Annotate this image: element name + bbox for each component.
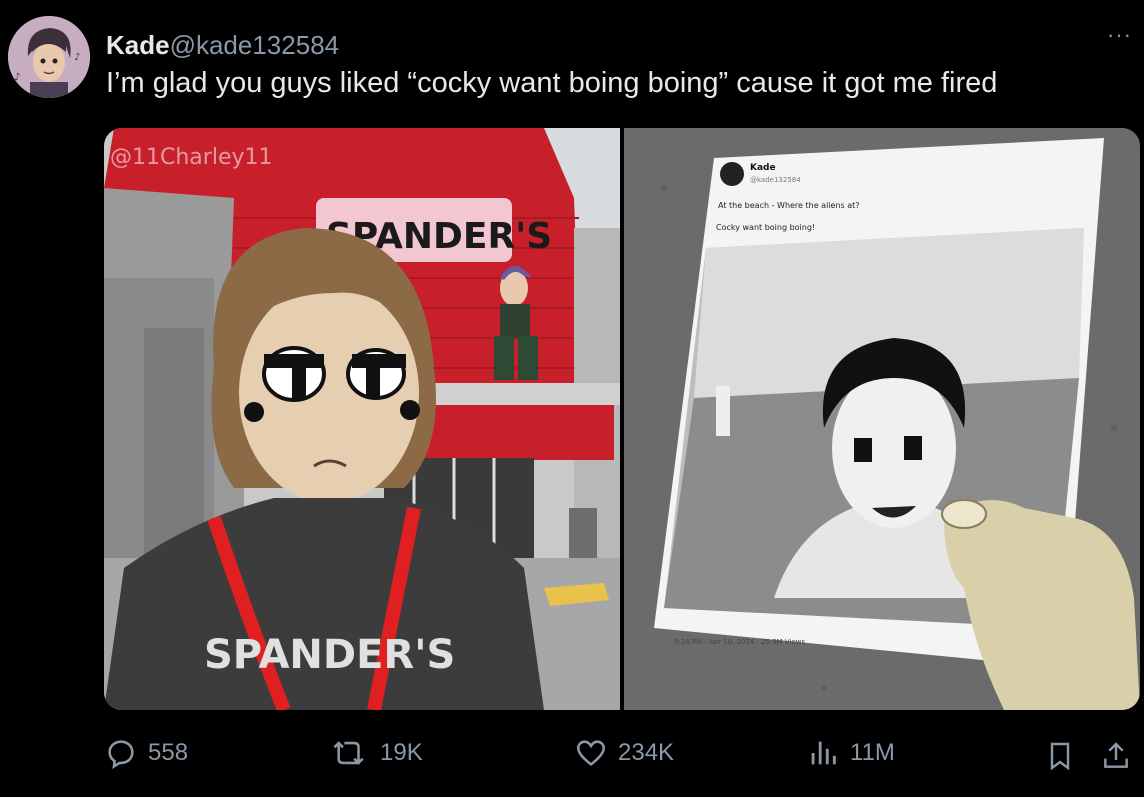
- tweet-actions: 558 19K 234K 11M: [0, 736, 1144, 776]
- more-options-button[interactable]: ···: [1107, 22, 1132, 48]
- reply-icon: [108, 740, 134, 769]
- tweet-text: I’m glad you guys liked “cocky want boin…: [106, 67, 998, 99]
- repost-button[interactable]: 19K: [330, 736, 423, 770]
- author-name[interactable]: Kade: [106, 30, 170, 60]
- heart-icon: [576, 740, 606, 766]
- left-artwork[interactable]: SPANDER'S @11Charley11 SPANDER'S: [104, 128, 620, 710]
- reply-button[interactable]: 558: [104, 736, 188, 770]
- paper-handle: @kade132584: [750, 176, 801, 184]
- paper-line-2: Cocky want boing boing!: [716, 223, 815, 232]
- reply-count: 558: [148, 739, 189, 766]
- author-avatar[interactable]: ♪ ♪: [8, 16, 90, 98]
- right-artwork[interactable]: Kade @kade132584 At the beach - Where th…: [624, 128, 1140, 710]
- like-count: 234K: [618, 739, 675, 766]
- repost-icon: [333, 741, 364, 765]
- paper-drawing: Kade @kade132584 At the beach - Where th…: [624, 128, 1140, 710]
- share-icon: [1104, 742, 1128, 768]
- svg-text:♪: ♪: [74, 52, 80, 63]
- bookmark-icon: [1050, 742, 1070, 771]
- bookmark-button[interactable]: [1044, 740, 1076, 777]
- avatar-illustration: ♪ ♪: [8, 16, 90, 98]
- shirt-text: SPANDER'S: [204, 632, 455, 678]
- store-drawing: SPANDER'S @11Charley11 SPANDER'S: [104, 128, 620, 710]
- paper-author: Kade: [750, 163, 776, 173]
- tweet-media[interactable]: SPANDER'S @11Charley11 SPANDER'S Kade @k…: [104, 128, 1140, 710]
- author-handle[interactable]: @kade132584: [170, 30, 340, 60]
- share-button[interactable]: [1100, 740, 1132, 777]
- paper-meta: 5:24 PM · Apr 10, 2024 · 25.9M Views: [674, 638, 806, 646]
- views-icon: [811, 741, 836, 765]
- view-count: 11M: [850, 739, 895, 766]
- paper-line-1: At the beach - Where the aliens at?: [718, 201, 860, 210]
- views-button[interactable]: 11M: [806, 736, 895, 770]
- repost-count: 19K: [380, 739, 423, 766]
- svg-text:♪: ♪: [14, 72, 20, 83]
- tweet-header: Kade@kade132584: [106, 30, 339, 60]
- like-button[interactable]: 234K: [574, 736, 674, 770]
- artist-watermark: @11Charley11: [110, 145, 273, 170]
